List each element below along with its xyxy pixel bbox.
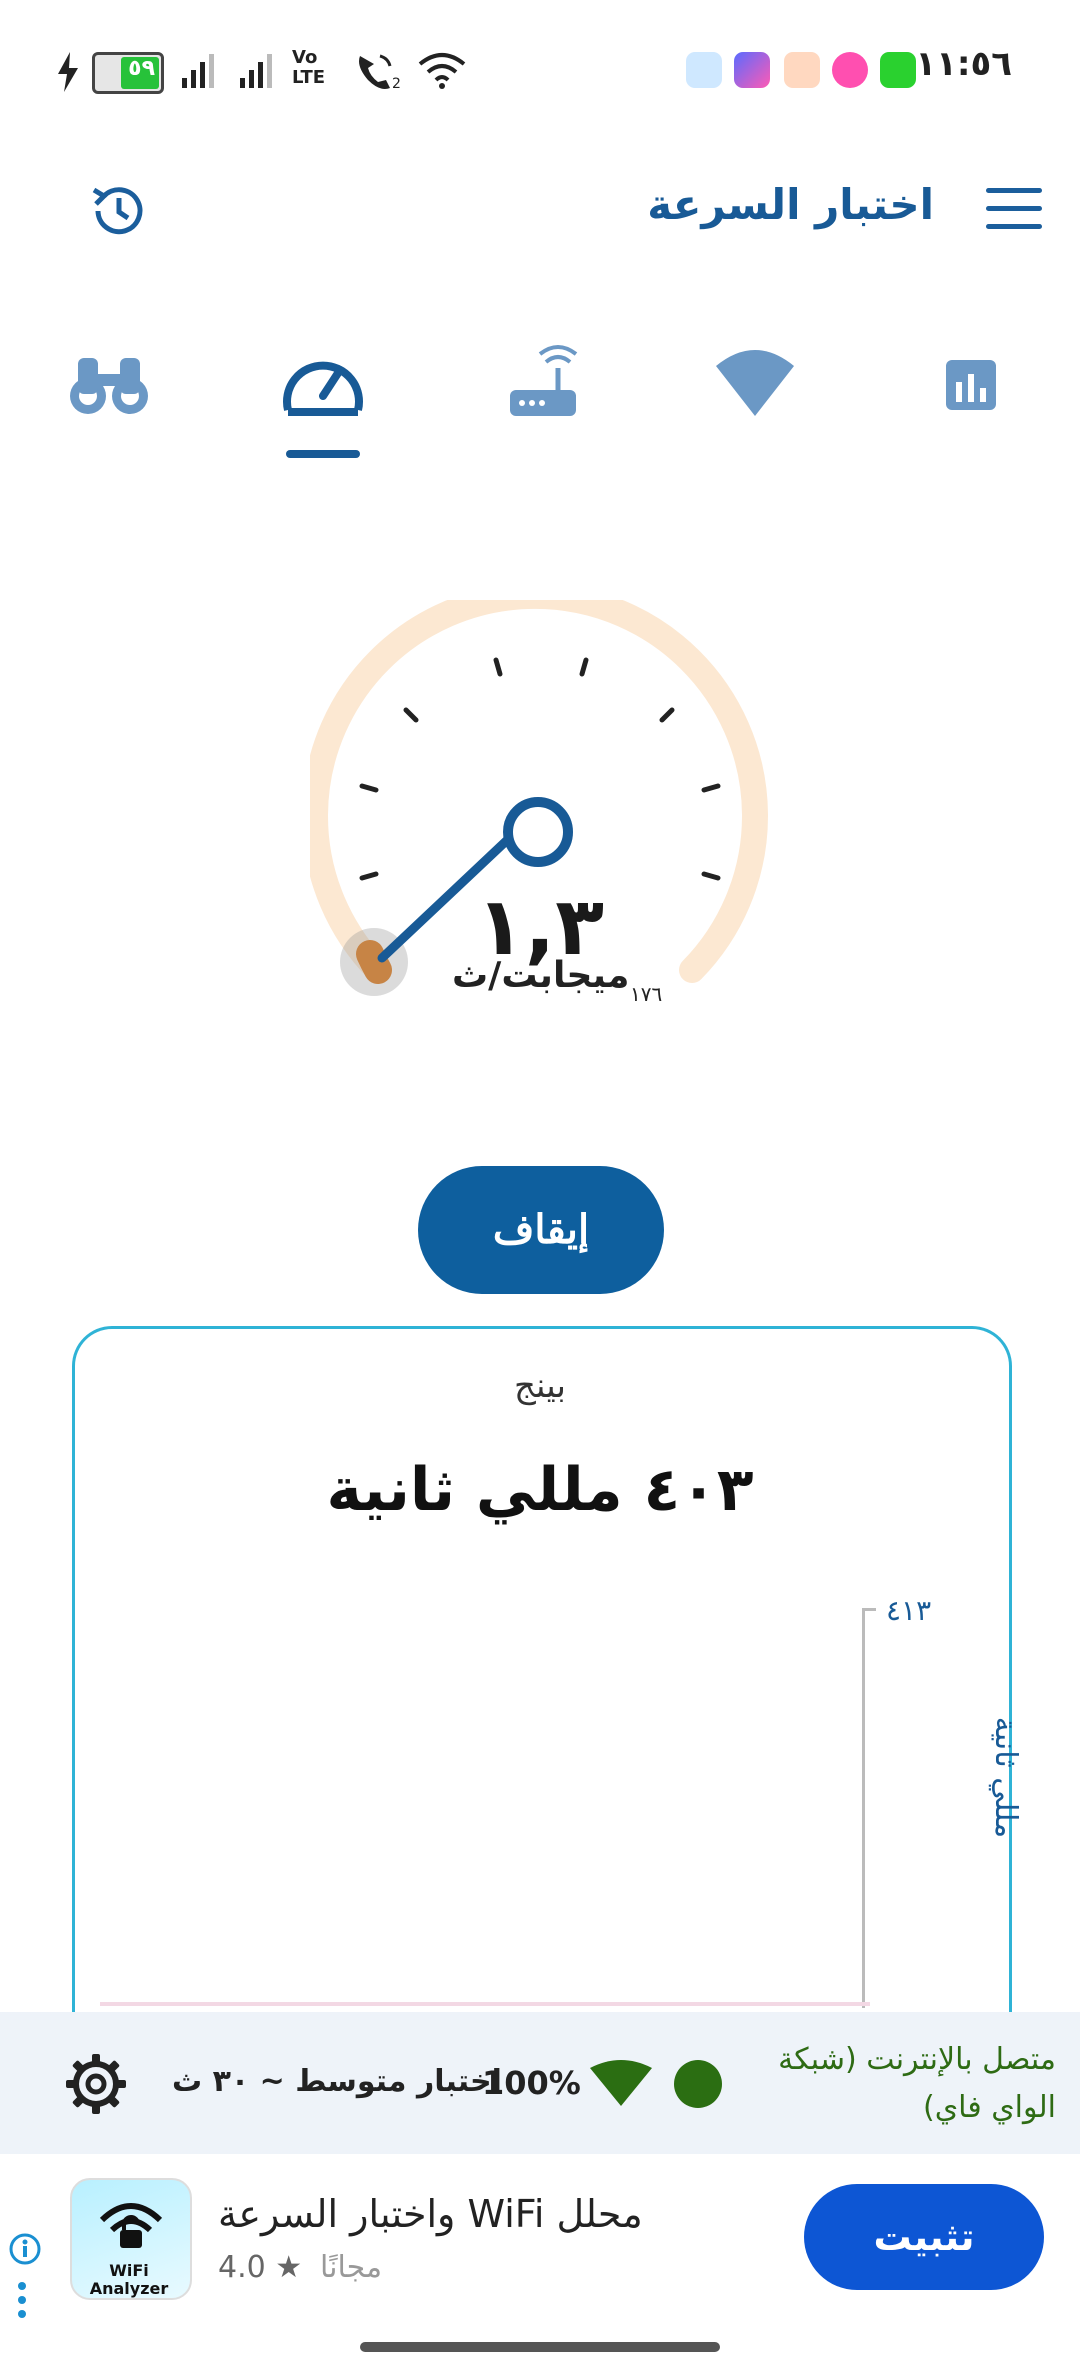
ping-card [72,1326,1012,2029]
ping-chart-y-axis [862,1608,865,2008]
history-icon[interactable] [88,180,150,242]
notification-app-4-icon [832,52,868,88]
notification-app-2-icon [734,52,770,88]
notification-app-1-icon [686,52,722,88]
gauge-small-label: ١٧٦ [630,982,663,1006]
ad-app-icon-text: WiFi Analyzer [89,2261,169,2298]
ping-chart-baseline [100,2002,870,2006]
ad-rating: 4.0 ★ [218,2250,303,2285]
page-title: اختبار السرعة [647,180,934,229]
ad-more-icon[interactable] [18,2282,26,2324]
tab-wifi-icon[interactable] [710,340,800,430]
tab-router-icon[interactable] [498,340,588,430]
ping-chart-axis-tick [862,1608,876,1611]
svg-text:2: 2 [392,76,401,90]
signal-1-icon [182,54,214,88]
install-button[interactable]: تثبيت [804,2184,1044,2290]
ping-chart-axis-label: مللي ثانية [988,1716,1024,1839]
test-duration-label: اختبار متوسط ~ ٣٠ ث [172,2064,502,2099]
network-wifi-icon [590,2060,652,2106]
ad-price: مجانًا [320,2250,383,2285]
charging-bolt-icon [58,52,78,92]
connection-status-text: متصل بالإنترنت (شبكة الواي فاي) [778,2042,1056,2125]
tab-chart-icon[interactable] [926,340,1016,430]
tab-speedometer-icon[interactable] [278,340,368,430]
notification-app-3-icon [784,52,820,88]
volte-label: Vo LTE [292,47,326,88]
speed-unit: ميجابت/ث [452,955,630,996]
home-indicator[interactable] [360,2342,720,2352]
signal-percent: 100% [482,2064,581,2102]
menu-icon[interactable] [986,188,1042,232]
gauge-hub [503,797,573,867]
active-tab-indicator [286,450,360,458]
battery-icon: ٥٩ [92,52,164,94]
ping-chart-axis-max: ٤١٣ [886,1594,932,1627]
status-bar: ٥٩ Vo LTE 2 ١١:٥٦ [0,0,1080,140]
signal-2-icon [240,54,272,88]
stop-button[interactable]: إيقاف [418,1166,664,1294]
status-time: ١١:٥٦ [915,44,1012,84]
wifi-status-icon [418,53,466,89]
ad-info-icon[interactable] [8,2232,42,2266]
ad-app-name[interactable]: محلل WiFi واختبار السرعة [218,2192,643,2236]
notification-app-5-icon [880,52,916,88]
connection-status-dot [674,2060,722,2108]
ping-label: بينج [514,1366,566,1406]
tab-binoculars-icon[interactable] [64,340,154,430]
wifi-call-icon: 2 [359,54,401,90]
ping-value: ٤٠٣ مللي ثانية [326,1455,754,1525]
settings-gear-icon[interactable] [64,2052,128,2116]
